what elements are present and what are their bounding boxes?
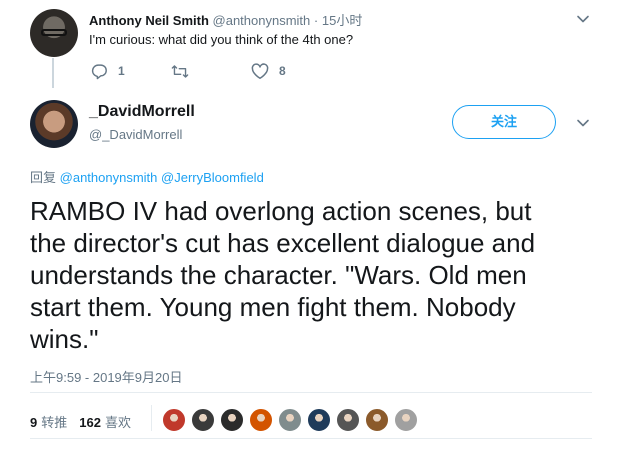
retweet-button[interactable]: [171, 61, 189, 81]
retweet-label: 转推: [41, 415, 68, 430]
replying-to-line: 回复 @anthonynsmith @JerryBloomfield: [30, 167, 264, 186]
main-author-avatar[interactable]: [30, 100, 78, 148]
reply-icon: [91, 63, 108, 80]
parent-author-handle[interactable]: @anthonynsmith: [213, 13, 311, 28]
divider: [30, 392, 592, 393]
retweet-stat[interactable]: 9 转推: [30, 415, 67, 430]
like-total: 162: [79, 415, 101, 430]
liker-avatar[interactable]: [220, 408, 244, 432]
liker-avatar[interactable]: [162, 408, 186, 432]
mention-link[interactable]: @anthonynsmith: [60, 170, 158, 185]
mention-link[interactable]: @JerryBloomfield: [161, 170, 264, 185]
tweet-text: RAMBO IV had overlong action scenes, but…: [30, 196, 536, 354]
parent-author-name[interactable]: Anthony Neil Smith: [89, 13, 209, 28]
tweet-timestamp[interactable]: 上午9:59 - 2019年9月20日: [30, 367, 182, 386]
like-count: 8: [279, 64, 286, 78]
parent-author-avatar[interactable]: [30, 9, 78, 57]
header-separator: ·: [313, 13, 319, 28]
stats-separator: [151, 405, 152, 431]
liker-avatar[interactable]: [394, 408, 418, 432]
like-icon: [251, 62, 269, 80]
main-author-handle[interactable]: @_DavidMorrell: [89, 127, 182, 142]
reply-count: 1: [118, 64, 125, 78]
liker-avatar[interactable]: [191, 408, 215, 432]
replying-to-label: 回复: [30, 170, 57, 185]
liker-avatar[interactable]: [365, 408, 389, 432]
chevron-down-icon[interactable]: [576, 116, 590, 130]
divider: [30, 438, 592, 439]
liker-avatar[interactable]: [249, 408, 273, 432]
liker-avatar[interactable]: [278, 408, 302, 432]
parent-tweet-time[interactable]: 15小时: [322, 13, 362, 28]
like-button[interactable]: 8: [251, 61, 286, 81]
parent-tweet-header: Anthony Neil Smith @anthonynsmith · 15小时: [89, 10, 362, 29]
tweet-stats: 9 转推 162 喜欢: [30, 412, 131, 431]
liker-avatar[interactable]: [336, 408, 360, 432]
retweet-count: 9: [30, 415, 38, 430]
retweet-icon: [171, 63, 189, 80]
like-label: 喜欢: [104, 415, 131, 430]
thread-connector-line: [52, 58, 54, 88]
parent-tweet[interactable]: Anthony Neil Smith @anthonynsmith · 15小时…: [0, 0, 617, 92]
reply-button[interactable]: 1: [91, 61, 125, 81]
parent-tweet-text: I'm curious: what did you think of the 4…: [89, 32, 354, 47]
main-author-name[interactable]: _DavidMorrell: [89, 103, 195, 121]
chevron-down-icon[interactable]: [576, 12, 590, 26]
follow-button[interactable]: 关注: [452, 105, 556, 139]
liker-avatar[interactable]: [307, 408, 331, 432]
like-stat[interactable]: 162 喜欢: [79, 415, 131, 430]
